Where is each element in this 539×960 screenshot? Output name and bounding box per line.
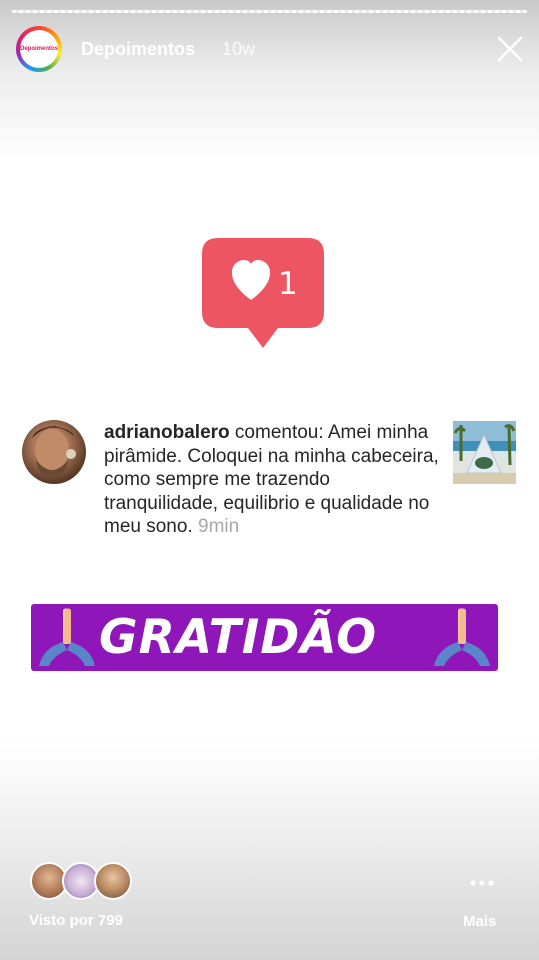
account-avatar[interactable]: Depoimentos [16, 26, 62, 72]
praying-hands-icon [39, 608, 95, 666]
close-icon [497, 36, 523, 62]
like-count: 1 [278, 266, 298, 302]
viewers-avatars[interactable] [30, 862, 140, 902]
story-progress-fill [12, 10, 527, 13]
story-header: Depoimentos Depoimentos 10w [16, 26, 523, 72]
posted-time: 10w [222, 39, 256, 59]
praying-hands-icon [434, 608, 490, 666]
more-label: Mais [463, 913, 497, 930]
close-button[interactable] [496, 35, 524, 63]
pyramid-photo [453, 421, 516, 484]
notification-bubble-shape [202, 238, 324, 348]
comment-time: 9min [198, 516, 240, 537]
commenter-photo [32, 426, 76, 478]
account-logo-text: Depoimentos [20, 46, 59, 52]
story-screen: Depoimentos Depoimentos 10w 1 adrianobal… [0, 0, 539, 960]
like-notification-bubble: 1 [202, 238, 324, 348]
account-logo: Depoimentos [20, 30, 58, 68]
gratidao-banner: GRATIDÃO [31, 604, 498, 671]
comment-text: adrianobalero comentou: Amei minha pirâm… [104, 421, 449, 539]
commenter-avatar[interactable] [22, 420, 86, 484]
story-progress-bar [12, 10, 527, 13]
account-name[interactable]: Depoimentos [81, 39, 195, 60]
more-dots-icon [470, 880, 494, 886]
seen-by-count[interactable]: Visto por 799 [29, 912, 123, 929]
gratidao-text: GRATIDÃO [99, 610, 378, 665]
more-button[interactable]: Mais [459, 872, 509, 932]
viewer-avatar [94, 862, 132, 900]
post-thumbnail[interactable] [453, 421, 516, 484]
commenter-username[interactable]: adrianobalero [104, 422, 230, 443]
